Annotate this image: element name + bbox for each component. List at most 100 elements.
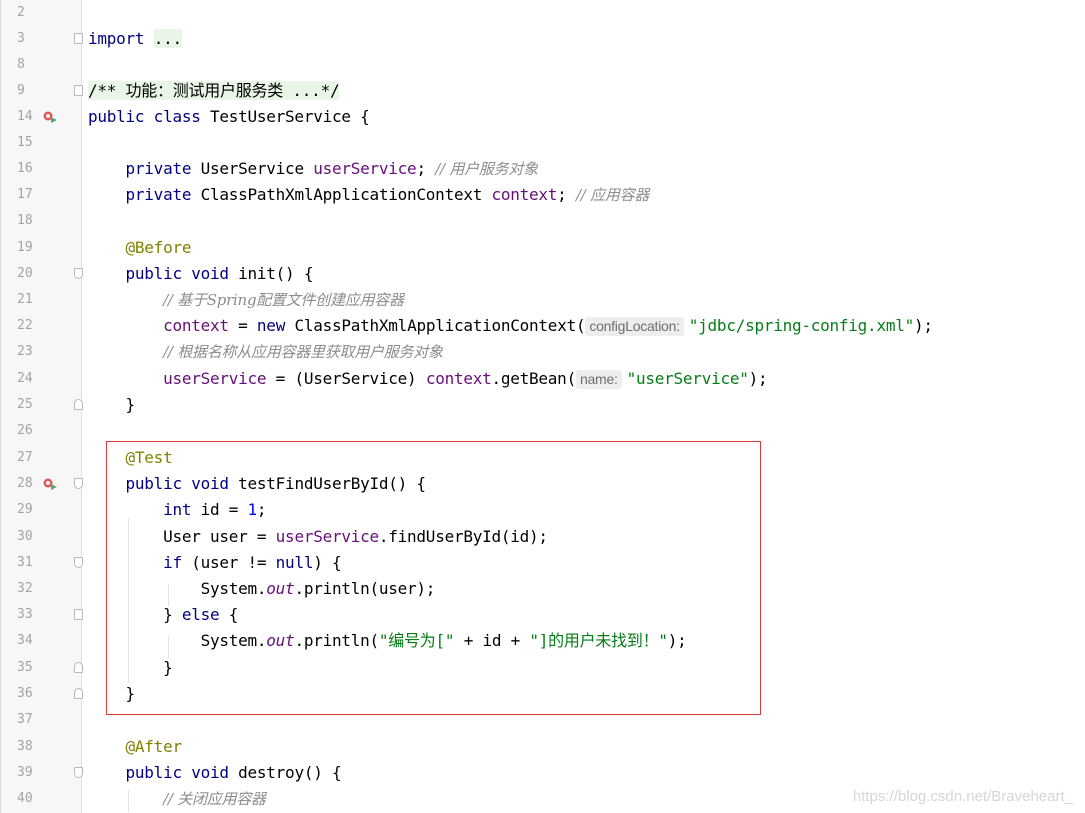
fold-plus-icon[interactable] xyxy=(74,33,83,44)
code-line: 16 private UserService userService; // 用… xyxy=(0,156,1085,182)
keyword: new xyxy=(256,316,286,335)
punctuation: ); xyxy=(748,369,768,388)
field-name: context xyxy=(163,316,229,335)
keyword: public void xyxy=(125,763,229,782)
code-line: 22 context = new ClassPathXmlApplication… xyxy=(0,313,1085,339)
line-number: 8 xyxy=(17,57,25,72)
code-line: 39 public void destroy() { xyxy=(0,760,1085,786)
constructor-call: ClassPathXmlApplicationContext( xyxy=(294,316,586,335)
field-name: context xyxy=(425,369,492,388)
line-number: 16 xyxy=(17,161,33,176)
line-number: 15 xyxy=(17,135,33,150)
operator: = xyxy=(238,316,248,335)
parameter-hint: name: xyxy=(575,370,622,389)
fold-minus-icon[interactable] xyxy=(74,478,83,489)
run-test-icon[interactable] xyxy=(42,476,58,490)
fold-icon[interactable] xyxy=(74,609,83,620)
punctuation: ; xyxy=(557,185,567,204)
string-literal: "userService" xyxy=(626,369,749,388)
code-line: 21 // 基于Spring配置文件创建应用容器 xyxy=(0,287,1085,313)
keyword: public void xyxy=(125,264,229,283)
comment: // 根据名称从应用容器里获取用户服务对象 xyxy=(163,343,443,361)
line-number: 33 xyxy=(17,607,33,622)
type-name: UserService xyxy=(200,159,304,178)
string-literal: "jdbc/spring-config.xml" xyxy=(688,316,914,335)
fold-minus-icon[interactable] xyxy=(74,767,83,778)
highlight-box xyxy=(106,441,761,715)
import-keyword: import xyxy=(88,29,145,48)
field-name: userService xyxy=(313,159,417,178)
line-number: 18 xyxy=(17,213,33,228)
line-number: 24 xyxy=(17,371,33,386)
line-number: 29 xyxy=(17,502,33,517)
code-line: 19 @Before xyxy=(0,235,1085,261)
line-number: 23 xyxy=(17,344,33,359)
folded-doc-comment[interactable]: /** 功能：测试用户服务类 ...*/ xyxy=(88,81,340,100)
fold-end-icon[interactable] xyxy=(74,399,83,410)
line-number: 38 xyxy=(17,739,33,754)
method-signature: destroy() { xyxy=(238,763,342,782)
line-number: 25 xyxy=(17,397,33,412)
code-line: 25 } xyxy=(0,392,1085,418)
code-line: 8 xyxy=(0,52,1085,78)
comment: // 用户服务对象 xyxy=(435,160,538,178)
line-number: 26 xyxy=(17,423,33,438)
code-line: 14 public class TestUserService { xyxy=(0,104,1085,130)
method-signature: init() { xyxy=(238,264,314,283)
line-number: 36 xyxy=(17,686,33,701)
folded-imports[interactable]: ... xyxy=(153,29,182,48)
code-line: 9 /** 功能：测试用户服务类 ...*/ xyxy=(0,78,1085,104)
run-test-icon[interactable] xyxy=(42,109,58,123)
line-number: 39 xyxy=(17,765,33,780)
line-number: 35 xyxy=(17,660,33,675)
keyword: private xyxy=(125,159,192,178)
brace: } xyxy=(125,395,136,414)
line-number: 37 xyxy=(17,712,33,727)
code-line: 24 userService = (UserService) context.g… xyxy=(0,366,1085,392)
line-number: 9 xyxy=(17,83,25,98)
line-number: 3 xyxy=(17,31,25,46)
code-line: 18 xyxy=(0,208,1085,234)
code-line: 15 xyxy=(0,130,1085,156)
watermark: https://blog.csdn.net/Braveheart_ xyxy=(852,788,1073,805)
line-number: 17 xyxy=(17,187,33,202)
code-line: 38 @After xyxy=(0,734,1085,760)
fold-plus-icon[interactable] xyxy=(74,85,83,96)
fold-end-icon[interactable] xyxy=(74,688,83,699)
punctuation: ); xyxy=(913,316,933,335)
line-number: 40 xyxy=(17,791,33,806)
fold-minus-icon[interactable] xyxy=(74,268,83,279)
method-call: .getBean( xyxy=(491,369,577,388)
line-number: 2 xyxy=(17,5,25,20)
line-number: 20 xyxy=(17,266,33,281)
field-name: context xyxy=(491,185,558,204)
punctuation: ; xyxy=(416,159,426,178)
line-number: 34 xyxy=(17,633,33,648)
line-number: 30 xyxy=(17,529,33,544)
line-number: 21 xyxy=(17,292,33,307)
line-number: 19 xyxy=(17,240,33,255)
code-line: 17 private ClassPathXmlApplicationContex… xyxy=(0,182,1085,208)
code-line: 20 public void init() { xyxy=(0,261,1085,287)
annotation: @After xyxy=(125,737,183,756)
class-modifier: public class xyxy=(88,107,201,126)
type-name: ClassPathXmlApplicationContext xyxy=(200,185,483,204)
line-number: 27 xyxy=(17,450,33,465)
comment: // 关闭应用容器 xyxy=(163,790,266,808)
line-number: 32 xyxy=(17,581,33,596)
line-number: 22 xyxy=(17,318,33,333)
class-name: TestUserService { xyxy=(209,107,370,126)
keyword: private xyxy=(125,185,192,204)
comment: // 基于Spring配置文件创建应用容器 xyxy=(163,291,404,309)
annotation: @Before xyxy=(125,238,192,257)
code-line: 23 // 根据名称从应用容器里获取用户服务对象 xyxy=(0,339,1085,365)
fold-minus-icon[interactable] xyxy=(74,557,83,568)
fold-end-icon[interactable] xyxy=(74,662,83,673)
parameter-hint: configLocation: xyxy=(585,317,684,336)
field-name: userService xyxy=(163,369,267,388)
comment: // 应用容器 xyxy=(575,186,650,204)
cast-expression: = (UserService) xyxy=(275,369,417,388)
code-line: 2 xyxy=(0,0,1085,26)
code-line: 3 import ... xyxy=(0,26,1085,52)
line-number: 31 xyxy=(17,555,33,570)
